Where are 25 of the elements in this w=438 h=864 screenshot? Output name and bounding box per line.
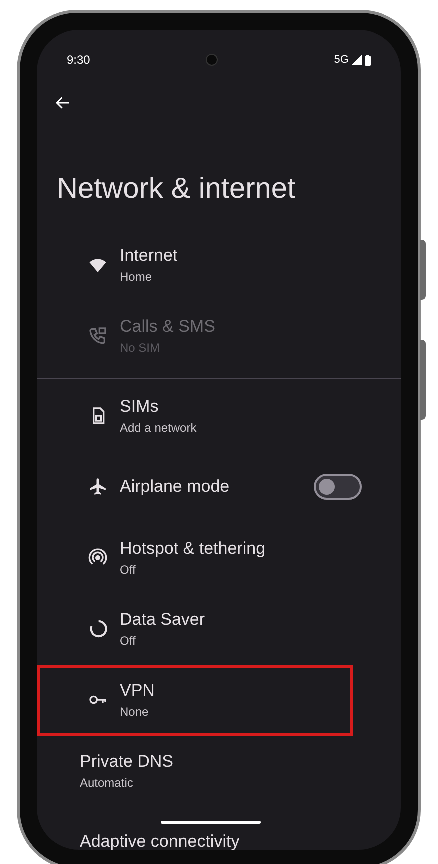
settings-item[interactable]: SIMs Add a network: [57, 380, 381, 452]
item-subtitle: Automatic: [80, 775, 134, 792]
page-title: Network & internet: [57, 172, 297, 207]
item-subtitle: Add a network: [120, 420, 198, 437]
settings-item[interactable]: Internet Home: [57, 230, 381, 300]
item-subtitle: Off: [120, 633, 137, 650]
settings-item[interactable]: Data Saver Off: [57, 594, 381, 664]
item-subtitle: None: [120, 704, 150, 721]
settings-item[interactable]: Private DNS Automatic: [57, 736, 381, 806]
item-title: VPN: [120, 680, 156, 702]
settings-item[interactable]: VPN None: [37, 664, 353, 736]
item-title: Data Saver: [120, 609, 206, 631]
item-subtitle: Home: [120, 269, 154, 286]
network-type: 5G: [334, 52, 349, 68]
settings-item[interactable]: Hotspot & tethering Off: [57, 522, 381, 594]
status-time: 9:30: [67, 52, 90, 69]
item-title: Hotspot & tethering: [120, 538, 267, 560]
item-title: Airplane mode: [120, 476, 231, 498]
item-subtitle: Off: [120, 562, 137, 579]
item-title: SIMs: [120, 396, 160, 418]
item-title: Calls & SMS: [120, 316, 216, 338]
settings-item[interactable]: Airplane mode: [57, 452, 381, 522]
item-title: Internet: [120, 245, 179, 267]
item-subtitle: No SIM: [120, 340, 162, 357]
item-title: Private DNS: [80, 751, 175, 773]
